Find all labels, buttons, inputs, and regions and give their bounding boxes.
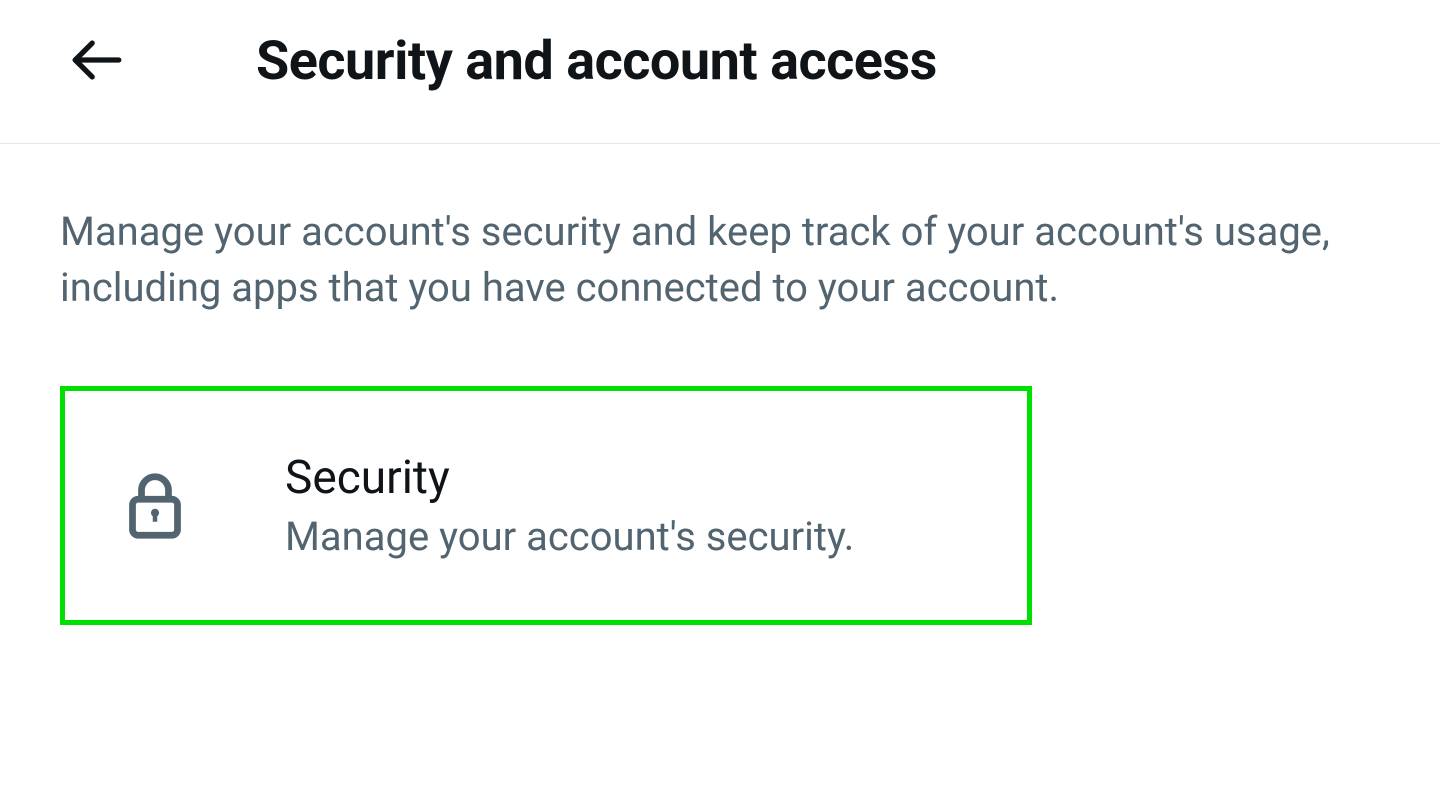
page-description: Manage your account's security and keep … [60, 204, 1380, 316]
page-title: Security and account access [256, 30, 937, 93]
back-button[interactable] [68, 31, 126, 93]
header: Security and account access [0, 0, 1440, 144]
option-title: Security [285, 451, 854, 505]
option-subtitle: Manage your account's security. [285, 513, 854, 560]
content: Manage your account's security and keep … [0, 144, 1440, 625]
arrow-left-icon [68, 31, 126, 93]
lock-icon [85, 470, 225, 542]
option-text: Security Manage your account's security. [285, 451, 854, 560]
security-option[interactable]: Security Manage your account's security. [60, 386, 1032, 625]
